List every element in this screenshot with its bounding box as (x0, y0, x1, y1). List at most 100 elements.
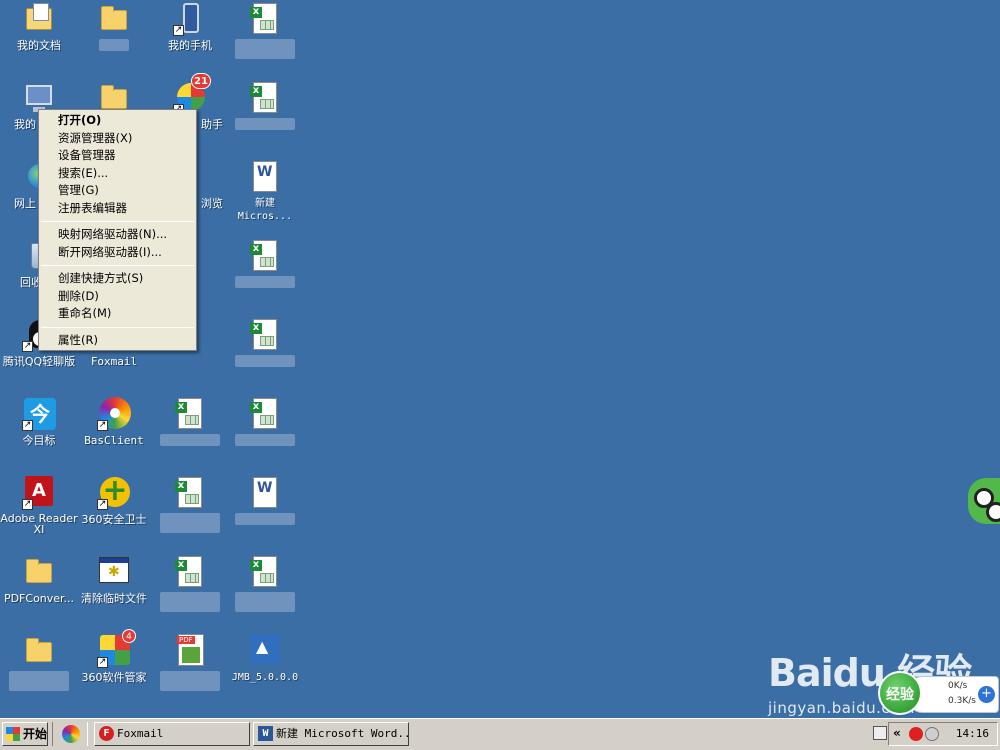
desktop-icon-excel-file[interactable] (151, 397, 229, 449)
desktop-icon-blurred-folder[interactable] (75, 2, 153, 54)
notification-badge: 21 (191, 73, 211, 89)
quick-launch-app-icon[interactable] (62, 725, 80, 743)
excel-file-icon (248, 555, 282, 589)
blurred-label (0, 671, 78, 694)
network-speed-widget[interactable]: 经验 0K/s 0.3K/s + (878, 671, 999, 715)
jinmubiao-icon: 今 ↗ (22, 397, 56, 431)
quick-launch (52, 722, 88, 746)
menu-item-properties[interactable]: 属性(R) (39, 332, 196, 350)
desktop-icon-excel-file[interactable] (151, 555, 229, 615)
clock[interactable]: 14:16 (956, 727, 989, 740)
speed-widget-plus-button[interactable]: + (978, 686, 995, 703)
menu-item-manage[interactable]: 管理(G) (39, 182, 196, 200)
desktop-icon-adobe-reader[interactable]: A ↗ Adobe Reader XI (0, 476, 78, 535)
adobe-reader-icon: A ↗ (22, 476, 56, 510)
keyboard-icon[interactable] (873, 726, 887, 740)
desktop-icon-label: 我的文档 (17, 39, 61, 52)
taskbar-button-label: 新建 Microsoft Word... (276, 727, 409, 740)
start-label: 开始 (23, 727, 48, 741)
flower-icon: ↗ (97, 397, 131, 431)
menu-item-registry-editor[interactable]: 注册表编辑器 (39, 200, 196, 218)
menu-item-map-network-drive[interactable]: 映射网络驱动器(N)... (39, 226, 196, 244)
menu-item-create-shortcut[interactable]: 创建快捷方式(S) (39, 270, 196, 288)
taskbar-button-foxmail[interactable]: F Foxmail (94, 722, 250, 746)
desktop-icon-label: 360安全卫士 (81, 513, 147, 526)
blurred-label (226, 592, 304, 615)
desktop-icon-excel-file[interactable] (226, 2, 304, 62)
notification-badge: 4 (122, 629, 136, 643)
menu-item-explorer[interactable]: 资源管理器(X) (39, 130, 196, 148)
taskbar-button-label: Foxmail (117, 727, 164, 740)
taskbar: 开始 F Foxmail W 新建 Microsoft Word... « 14… (0, 718, 1000, 750)
desktop-icon-label: JMB_5.0.0.0 (231, 672, 299, 683)
desktop-icon-jmb[interactable]: JMB_5.0.0.0 (226, 634, 304, 684)
speed-ball-icon[interactable]: 经验 (878, 671, 922, 715)
blurred-label (226, 434, 304, 449)
jmb-road-icon (248, 634, 282, 668)
desktop-icon-excel-file[interactable] (226, 318, 304, 370)
desktop-icon-label: BasClient (84, 434, 144, 447)
desktop-icon-pdf-file[interactable] (151, 634, 229, 694)
desktop-icon-cleaner[interactable]: 清除临时文件 (75, 555, 153, 605)
excel-file-icon (248, 239, 282, 273)
desktop-icon-basclient[interactable]: ↗ BasClient (75, 397, 153, 447)
excel-file-icon (173, 397, 207, 431)
shortcut-arrow-icon: ↗ (22, 341, 33, 352)
excel-file-icon (248, 318, 282, 352)
show-hidden-icons-button[interactable]: « (893, 726, 901, 740)
desktop-icon-blurred-folder[interactable] (0, 634, 78, 694)
folder-icon (22, 634, 56, 668)
blurred-label (226, 513, 304, 528)
excel-file-icon (248, 397, 282, 431)
menu-item-open[interactable]: 打开(O) (39, 112, 196, 130)
menu-item-rename[interactable]: 重命名(M) (39, 305, 196, 323)
shortcut-arrow-icon: ↗ (173, 25, 184, 36)
windows-logo-icon (6, 727, 20, 741)
menu-item-search[interactable]: 搜索(E)... (39, 165, 196, 183)
desktop-icon-my-documents[interactable]: 我的文档 (0, 2, 78, 52)
menu-item-disconnect-network-drive[interactable]: 断开网络驱动器(I)... (39, 244, 196, 262)
desktop-icon-jinmubiao[interactable]: 今 ↗ 今目标 (0, 397, 78, 447)
desktop-icon-360-security[interactable]: ↗ 360安全卫士 (75, 473, 153, 526)
my-documents-icon (22, 2, 56, 36)
start-button[interactable]: 开始 (2, 722, 48, 746)
foxmail-icon: F (99, 726, 114, 741)
desktop-icon-360-software[interactable]: 4 ↗ 360软件管家 (75, 629, 153, 684)
desktop-icon-label: Foxmail (90, 355, 138, 368)
excel-file-icon (173, 476, 207, 510)
menu-item-device-manager[interactable]: 设备管理器 (39, 147, 196, 165)
upload-speed: 0K/s (948, 681, 968, 691)
context-menu: 打开(O) 资源管理器(X) 设备管理器 搜索(E)... 管理(G) 注册表编… (38, 109, 197, 351)
shortcut-arrow-icon: ↗ (97, 499, 108, 510)
shortcut-arrow-icon: ↗ (97, 657, 108, 668)
desktop-icon-label: 腾讯QQ轻聊版 (2, 355, 76, 368)
excel-file-icon (248, 2, 282, 36)
tray-app-icon[interactable] (925, 727, 939, 741)
download-speed: 0.3K/s (948, 696, 976, 706)
desktop-icon-excel-file[interactable] (226, 239, 304, 291)
menu-item-delete[interactable]: 删除(D) (39, 288, 196, 306)
desktop-icon-new-word[interactable]: 新建 Micros... (226, 160, 304, 223)
mascot-icon[interactable] (968, 478, 1000, 524)
shortcut-arrow-icon: ↗ (97, 420, 108, 431)
desktop-icon-excel-file[interactable] (226, 81, 304, 133)
desktop-icon-label: Adobe Reader XI (0, 513, 78, 535)
tray-app-icon[interactable] (909, 727, 923, 741)
desktop-icon-label: 360软件管家 (81, 671, 147, 684)
desktop-icon-my-phone[interactable]: ↗ 我的手机 (151, 2, 229, 52)
desktop-icon-pdfconverter[interactable]: PDFConver... (0, 555, 78, 605)
desktop-icon-excel-file[interactable] (226, 397, 304, 449)
blurred-label (226, 276, 304, 291)
360-software-icon: 4 ↗ (97, 629, 136, 668)
blurred-label (226, 118, 304, 133)
cleaner-window-icon (97, 555, 131, 589)
desktop-icon-label: 清除临时文件 (81, 592, 147, 605)
desktop-icon-excel-file[interactable] (151, 476, 229, 536)
shortcut-arrow-icon: ↗ (22, 499, 33, 510)
word-file-icon (248, 160, 282, 194)
desktop-icon-excel-file[interactable] (226, 555, 304, 615)
desktop-icon-word-file[interactable] (226, 476, 304, 528)
excel-file-icon (248, 81, 282, 115)
blurred-label (151, 434, 229, 449)
taskbar-button-word[interactable]: W 新建 Microsoft Word... (253, 722, 409, 746)
